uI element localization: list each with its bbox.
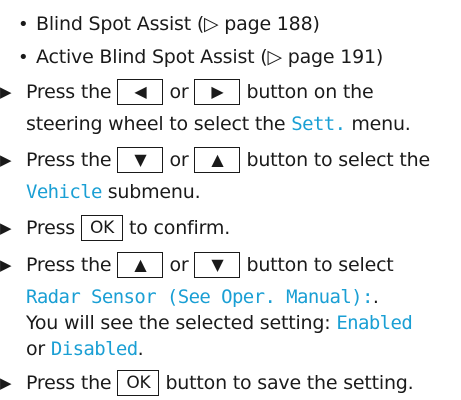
bullet-text: Blind Spot Assist (▷ page 188) bbox=[36, 13, 320, 35]
menu-name-radar-sensor: Radar Sensor (See Oper. Manual): bbox=[26, 286, 373, 308]
bullet-text: Active Blind Spot Assist (▷ page 191) bbox=[36, 46, 384, 68]
left-arrow-button-icon: ◀ bbox=[117, 79, 164, 105]
step-text: steering wheel to select the bbox=[26, 113, 286, 135]
step-text: or bbox=[169, 149, 189, 171]
step-text: Press the bbox=[26, 254, 112, 276]
ok-button-icon: OK bbox=[81, 215, 124, 241]
step-text: . bbox=[137, 338, 144, 360]
step-text: or bbox=[26, 338, 46, 360]
setting-disabled: Disabled bbox=[50, 338, 138, 360]
bullet-marker: • bbox=[18, 13, 29, 35]
step-text: button to select the bbox=[246, 149, 430, 171]
step-text: Press the bbox=[26, 149, 112, 171]
step-text: menu. bbox=[351, 113, 411, 135]
step-arrow-icon: ▶ bbox=[0, 256, 12, 274]
up-arrow-button-icon: ▲ bbox=[117, 252, 164, 278]
step-text: or bbox=[169, 254, 189, 276]
step-text: button to select bbox=[246, 254, 394, 276]
step-arrow-icon: ▶ bbox=[0, 219, 12, 237]
step-3-line-1: ▶ Press OK to confirm. bbox=[0, 211, 230, 245]
manual-page: • Blind Spot Assist (▷ page 188) • Activ… bbox=[0, 0, 461, 397]
step-arrow-icon: ▶ bbox=[0, 374, 12, 392]
step-text: . bbox=[372, 286, 379, 308]
setting-enabled: Enabled bbox=[336, 312, 413, 334]
step-1-line-1: ▶ Press the ◀ or ▶ button on the bbox=[0, 75, 374, 109]
step-text: Press the bbox=[26, 372, 112, 394]
step-2-line-1: ▶ Press the ▼ or ▲ button to select the bbox=[0, 143, 430, 177]
menu-name-sett: Sett. bbox=[291, 113, 346, 135]
bullet-active-blind-spot-assist: • Active Blind Spot Assist (▷ page 191) bbox=[18, 40, 383, 74]
bullet-blind-spot-assist: • Blind Spot Assist (▷ page 188) bbox=[18, 7, 320, 41]
step-1-line-2: steering wheel to select the Sett. menu. bbox=[26, 107, 411, 141]
down-arrow-button-icon: ▼ bbox=[194, 252, 241, 278]
step-text: button to save the setting. bbox=[165, 372, 414, 394]
step-text: You will see the selected setting: bbox=[26, 312, 331, 334]
down-arrow-button-icon: ▼ bbox=[117, 147, 164, 173]
step-text: button on the bbox=[246, 81, 374, 103]
bullet-marker: • bbox=[18, 46, 29, 68]
step-text: or bbox=[169, 81, 189, 103]
step-arrow-icon: ▶ bbox=[0, 83, 12, 101]
menu-name-vehicle: Vehicle bbox=[26, 181, 102, 203]
up-arrow-button-icon: ▲ bbox=[194, 147, 241, 173]
step-4-line-1: ▶ Press the ▲ or ▼ button to select bbox=[0, 248, 394, 282]
step-text: to confirm. bbox=[129, 217, 231, 239]
step-text: submenu. bbox=[107, 181, 201, 203]
step-arrow-icon: ▶ bbox=[0, 151, 12, 169]
ok-button-icon: OK bbox=[117, 370, 160, 396]
step-5-line-1: ▶ Press the OK button to save the settin… bbox=[0, 366, 414, 400]
step-2-line-2: Vehicle submenu. bbox=[26, 175, 201, 209]
step-text: Press bbox=[26, 217, 76, 239]
step-4-line-4: or Disabled. bbox=[26, 332, 144, 366]
step-text: Press the bbox=[26, 81, 112, 103]
right-arrow-button-icon: ▶ bbox=[194, 79, 241, 105]
